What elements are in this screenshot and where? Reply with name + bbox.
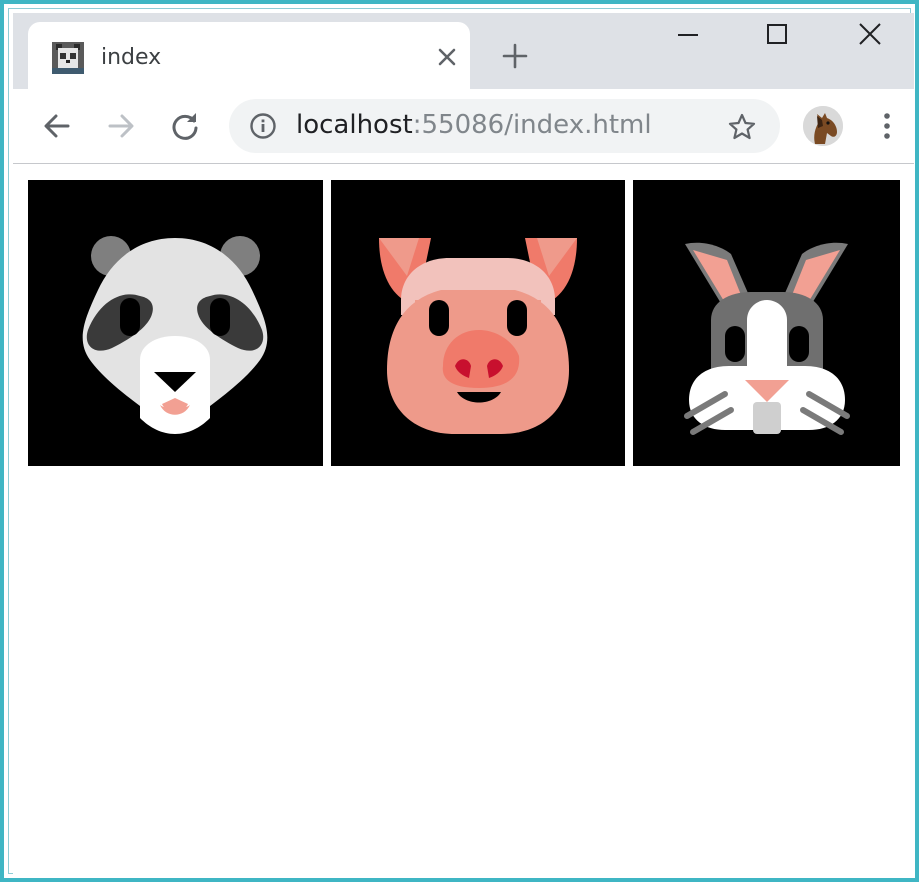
- tab-title: index: [101, 45, 162, 70]
- url-text[interactable]: localhost:55086/index.html: [296, 110, 652, 140]
- three-dots-menu-icon[interactable]: [875, 109, 899, 143]
- panda-favicon-icon: [52, 42, 84, 74]
- browser-window: index localhost:55086/index.html: [0, 0, 919, 882]
- forward-arrow-icon[interactable]: [104, 109, 138, 143]
- minimize-icon[interactable]: [676, 22, 700, 46]
- url-host: localhost: [296, 110, 413, 140]
- pig-face-icon: [331, 180, 625, 466]
- new-tab-icon[interactable]: [502, 43, 528, 69]
- tab-index[interactable]: index: [28, 22, 470, 92]
- close-window-icon[interactable]: [858, 22, 882, 46]
- rabbit-image: [633, 180, 900, 466]
- profile-avatar[interactable]: [803, 106, 843, 146]
- star-icon[interactable]: [727, 112, 757, 142]
- url-path: :55086/index.html: [412, 110, 652, 140]
- horse-avatar-icon: [803, 106, 843, 146]
- info-icon[interactable]: [249, 112, 277, 140]
- reload-icon[interactable]: [168, 109, 202, 143]
- panda-face-icon: [28, 180, 323, 466]
- browser-toolbar: localhost:55086/index.html: [13, 89, 914, 164]
- tab-strip: index: [13, 13, 914, 92]
- rabbit-face-icon: [633, 180, 900, 466]
- close-tab-icon[interactable]: [436, 46, 458, 68]
- address-bar[interactable]: localhost:55086/index.html: [229, 99, 780, 153]
- pig-image: [331, 180, 625, 466]
- maximize-icon[interactable]: [765, 22, 789, 46]
- panda-image: [28, 180, 323, 466]
- back-arrow-icon[interactable]: [40, 109, 74, 143]
- page-content: [13, 164, 914, 877]
